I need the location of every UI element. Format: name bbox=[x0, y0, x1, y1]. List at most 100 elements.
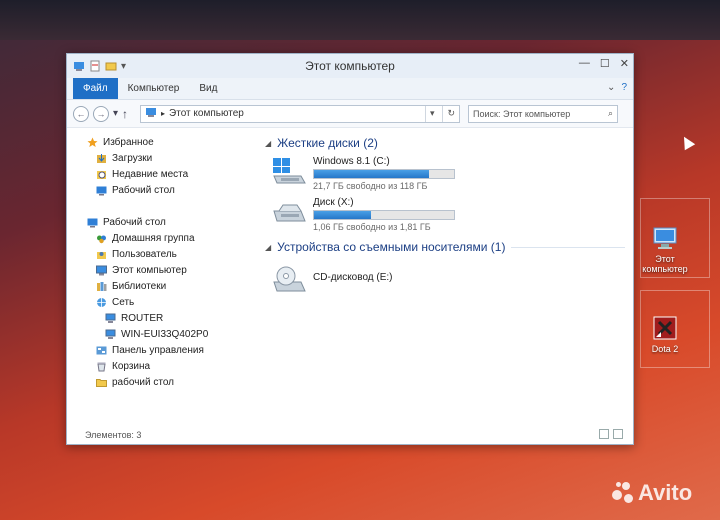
nav-item-label: Сеть bbox=[112, 296, 135, 308]
minimize-icon[interactable]: — bbox=[579, 57, 590, 70]
nav-item-label: Библиотеки bbox=[112, 280, 167, 292]
window-title: Этот компьютер bbox=[305, 59, 395, 73]
title-bar: ▾ Этот компьютер — ☐ ✕ bbox=[67, 54, 633, 78]
nav-item[interactable]: Рабочий стол bbox=[67, 214, 257, 230]
nav-item-label: Панель управления bbox=[112, 344, 204, 356]
search-input[interactable]: Поиск: Этот компьютер ⌕ bbox=[468, 104, 619, 123]
back-button[interactable]: ← bbox=[73, 105, 89, 122]
nav-item[interactable]: рабочий стол bbox=[67, 374, 257, 390]
group-header-hard-drives[interactable]: ◢ Жесткие диски (2) bbox=[265, 134, 625, 152]
nav-item[interactable]: Панель управления bbox=[67, 342, 257, 358]
help-icon[interactable]: ? bbox=[621, 82, 627, 93]
search-icon[interactable]: ⌕ bbox=[608, 108, 613, 119]
expand-ribbon-icon[interactable]: ⌄ bbox=[607, 82, 615, 93]
drive-free-space: 1,06 ГБ свободно из 1,81 ГБ bbox=[313, 222, 431, 232]
forward-button[interactable]: → bbox=[93, 105, 109, 122]
status-bar: Элементов: 3 bbox=[67, 426, 633, 444]
item-count: Элементов: 3 bbox=[85, 430, 142, 440]
nav-item[interactable]: Библиотеки bbox=[67, 278, 257, 294]
maximize-icon[interactable]: ☐ bbox=[600, 57, 610, 70]
mouse-cursor-icon bbox=[678, 133, 696, 151]
desktop-icon-label: Dota 2 bbox=[651, 344, 679, 354]
collapse-arrow-icon[interactable]: ◢ bbox=[265, 243, 271, 252]
dota2-icon bbox=[651, 314, 679, 342]
downloads-icon bbox=[96, 153, 107, 164]
nav-item[interactable]: Корзина bbox=[67, 358, 257, 374]
address-toolbar: ← → ▾ ↑ ▸ Этот компьютер ▾ ↻ Поиск: Этот… bbox=[67, 100, 633, 128]
nav-item[interactable]: Недавние места bbox=[67, 166, 257, 182]
nav-item[interactable]: Домашняя группа bbox=[67, 230, 257, 246]
nav-item-label: Этот компьютер bbox=[112, 264, 187, 276]
content-pane: ◢ Жесткие диски (2) Windows 8.1 (C:) 21,… bbox=[257, 130, 633, 426]
desktop-background-top bbox=[0, 0, 720, 40]
nav-item[interactable]: WIN-EUI33Q402P0 bbox=[67, 326, 257, 342]
nav-item-label: WIN-EUI33Q402P0 bbox=[121, 328, 209, 340]
drive-usage-bar bbox=[313, 169, 455, 179]
star-icon bbox=[87, 137, 98, 148]
group-title: Устройства со съемными носителями (1) bbox=[277, 240, 506, 254]
up-button[interactable]: ↑ bbox=[122, 107, 128, 121]
nav-item[interactable]: Пользователь bbox=[67, 246, 257, 262]
collapse-arrow-icon[interactable]: ◢ bbox=[265, 139, 271, 148]
details-view-icon[interactable] bbox=[599, 429, 609, 439]
breadcrumb[interactable]: Этот компьютер bbox=[169, 108, 244, 119]
nav-item[interactable]: ROUTER bbox=[67, 310, 257, 326]
avito-logo-icon bbox=[612, 482, 634, 504]
drive-name: CD-дисковод (E:) bbox=[313, 272, 393, 283]
address-input[interactable]: ▸ Этот компьютер ▾ ↻ bbox=[140, 104, 461, 123]
libraries-icon bbox=[96, 281, 107, 292]
nav-item-label: Пользователь bbox=[112, 248, 177, 260]
nav-item-label: Корзина bbox=[112, 360, 151, 372]
nav-item[interactable]: Этот компьютер bbox=[67, 262, 257, 278]
nav-item[interactable]: Избранное bbox=[67, 134, 257, 150]
recent-locations-icon[interactable]: ▾ bbox=[113, 108, 118, 119]
navigation-pane: Избранное Загрузки Недавние места Рабочий с… bbox=[67, 130, 257, 426]
explorer-window: ▾ Этот компьютер — ☐ ✕ Файл Компьютер Ви… bbox=[66, 53, 634, 445]
user-folder-icon bbox=[96, 249, 107, 260]
large-icons-view-icon[interactable] bbox=[613, 429, 623, 439]
desktop-icon bbox=[87, 217, 98, 228]
computer-icon bbox=[651, 224, 679, 252]
nav-item-label: Рабочий стол bbox=[112, 184, 175, 196]
nav-item-label: рабочий стол bbox=[112, 376, 174, 388]
desktop-icon bbox=[96, 185, 107, 196]
close-icon[interactable]: ✕ bbox=[620, 57, 629, 70]
tab-computer[interactable]: Компьютер bbox=[118, 78, 190, 99]
nav-item[interactable]: Сеть bbox=[67, 294, 257, 310]
cd-drive-item[interactable]: CD-дисковод (E:) bbox=[271, 264, 625, 294]
tab-file[interactable]: Файл bbox=[73, 78, 118, 99]
hard-drive-icon bbox=[271, 156, 307, 186]
group-header-removable[interactable]: ◢ Устройства со съемными носителями (1) bbox=[265, 238, 625, 256]
control-panel-icon bbox=[96, 345, 107, 356]
nav-item-label: Загрузки bbox=[112, 152, 153, 164]
address-dropdown-icon[interactable]: ▾ bbox=[424, 105, 439, 122]
computer-icon bbox=[145, 107, 157, 121]
nav-item[interactable]: Рабочий стол bbox=[67, 182, 257, 198]
ribbon-tabs: Файл Компьютер Вид ⌄ ? bbox=[67, 78, 633, 100]
drive-name: Диск (X:) bbox=[313, 197, 354, 208]
nav-item[interactable]: Загрузки bbox=[67, 150, 257, 166]
cd-drive-icon bbox=[271, 264, 307, 294]
nav-item-label: ROUTER bbox=[121, 312, 164, 324]
recent-places-icon bbox=[96, 169, 107, 180]
nav-item-label: Избранное bbox=[103, 136, 154, 148]
desktop-icon-this-computer[interactable]: Этот компьютер bbox=[634, 224, 696, 274]
desktop-icon-dota2[interactable]: Dota 2 bbox=[634, 314, 696, 354]
refresh-icon[interactable]: ↻ bbox=[442, 105, 459, 122]
breadcrumb-chevron-icon: ▸ bbox=[161, 109, 166, 118]
drive-item[interactable]: Windows 8.1 (C:) 21,7 ГБ свободно из 118… bbox=[271, 156, 625, 191]
group-title: Жесткие диски (2) bbox=[277, 136, 378, 150]
drive-item[interactable]: Диск (X:) 1,06 ГБ свободно из 1,81 ГБ bbox=[271, 197, 625, 232]
drive-name: Windows 8.1 (C:) bbox=[313, 156, 390, 167]
computer-icon bbox=[96, 265, 107, 276]
folder-icon bbox=[96, 377, 107, 388]
tab-view[interactable]: Вид bbox=[189, 78, 227, 99]
desktop-icon-label: Этот bbox=[655, 254, 675, 264]
drive-free-space: 21,7 ГБ свободно из 118 ГБ bbox=[313, 181, 428, 191]
nav-item-label: Рабочий стол bbox=[103, 216, 166, 228]
group-divider bbox=[511, 246, 625, 248]
recycle-bin-icon bbox=[96, 361, 107, 372]
network-icon bbox=[96, 297, 107, 308]
nav-item-label: Домашняя группа bbox=[112, 232, 195, 244]
search-placeholder: Поиск: Этот компьютер bbox=[473, 108, 571, 119]
